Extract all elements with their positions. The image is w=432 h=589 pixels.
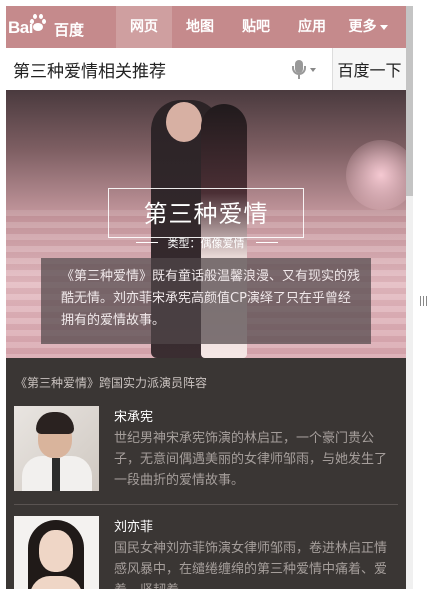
page: Bai 百度 网页 地图 贴吧 应用 更多 第三种爱情相关推荐 百度一下 第三种…: [6, 6, 406, 589]
section-title: 《第三种爱情》跨国实力派演员阵容: [15, 376, 208, 390]
actor-photo[interactable]: [14, 406, 99, 491]
search-button[interactable]: 百度一下: [332, 48, 406, 90]
more-label: 更多: [348, 19, 377, 35]
scroll-track[interactable]: [406, 6, 413, 589]
tab-web[interactable]: 网页: [116, 6, 172, 48]
microphone-icon-stem: [298, 75, 300, 79]
actor-description: 世纪男神宋承宪饰演的林启正，一个豪门贵公子，无意间偶遇美丽的女律师邹雨，与她发生…: [114, 431, 388, 488]
logo-text-cn: 百度: [54, 21, 85, 39]
scroll-thumb[interactable]: [406, 6, 413, 196]
tab-tieba[interactable]: 贴吧: [228, 6, 284, 48]
more-menu[interactable]: 更多: [340, 6, 396, 48]
list-item[interactable]: 宋承宪 世纪男神宋承宪饰演的林启正，一个豪门贵公子，无意间偶遇美丽的女律师邹雨，…: [14, 406, 398, 501]
top-nav-bar: Bai 百度 网页 地图 贴吧 应用 更多: [6, 6, 406, 48]
actor-name[interactable]: 宋承宪: [114, 406, 153, 425]
hero-subtitle: 类型：偶像爱情: [167, 237, 245, 250]
nav-tabs: 网页 地图 贴吧 应用 更多: [116, 6, 396, 48]
search-input[interactable]: [6, 48, 332, 90]
search-bar: 百度一下: [6, 48, 406, 90]
hero-banner[interactable]: 第三种爱情 类型：偶像爱情 《第三种爱情》既有童话般温馨浪漫、又有现实的残酷无情…: [6, 90, 406, 358]
paw-icon: [30, 14, 46, 32]
divider: [14, 504, 398, 505]
hero-title: 第三种爱情: [143, 200, 269, 228]
voice-search-button[interactable]: [292, 60, 318, 80]
tab-apps[interactable]: 应用: [284, 6, 340, 48]
photo-face: [39, 530, 73, 572]
actor-name[interactable]: 刘亦菲: [114, 516, 153, 535]
tab-map[interactable]: 地图: [172, 6, 228, 48]
hero-figure-man-head: [166, 102, 202, 142]
chevron-down-icon: [379, 24, 388, 30]
baidu-logo[interactable]: Bai 百度: [8, 14, 84, 40]
photo-tie: [52, 458, 60, 491]
resize-grip-icon[interactable]: [420, 296, 428, 306]
hero-description: 《第三种爱情》既有童话般温馨浪漫、又有现实的残酷无情。刘亦菲宋承宪高颜值CP演绎…: [41, 258, 371, 344]
microphone-icon-arc: [292, 66, 306, 75]
list-item[interactable]: 刘亦菲 国民女神刘亦菲饰演女律师邹雨，卷进林启正情感风暴中，在缱绻缠绵的第三种爱…: [14, 516, 398, 589]
photo-hair: [36, 412, 74, 434]
hero-blossom: [346, 140, 406, 210]
actor-photo[interactable]: [14, 516, 99, 589]
actor-description: 国民女神刘亦菲饰演女律师邹雨，卷进林启正情感风暴中，在缱绻缠绵的第三种爱情中痛着…: [114, 541, 388, 589]
chevron-down-icon: [310, 68, 316, 72]
scrollbar[interactable]: [406, 6, 432, 589]
